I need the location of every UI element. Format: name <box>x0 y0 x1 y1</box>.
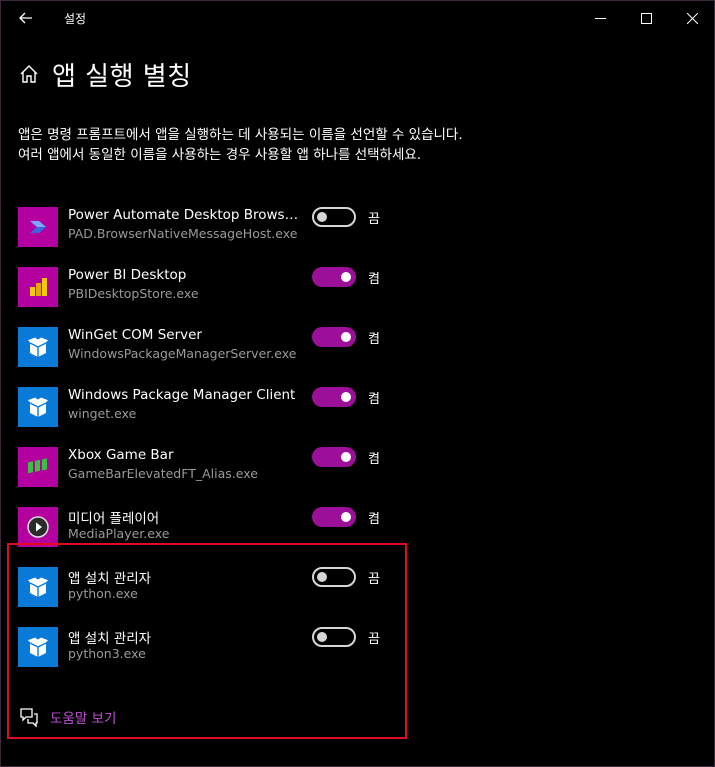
app-exe-name: WindowsPackageManagerServer.exe <box>68 346 297 361</box>
toggle-state-label: 끔 <box>368 212 380 227</box>
power-automate-icon <box>18 207 58 247</box>
alias-toggle[interactable] <box>312 507 356 527</box>
alias-toggle[interactable] <box>312 207 356 227</box>
power-bi-icon <box>18 267 58 307</box>
toggle-knob <box>341 272 351 282</box>
toggle-knob <box>317 212 327 222</box>
close-button[interactable] <box>669 1 715 35</box>
window-title: 설정 <box>64 12 87 26</box>
app-alias-row: Xbox Game Bar GameBarElevatedFT_Alias.exe… <box>18 447 398 489</box>
app-name: Xbox Game Bar <box>68 447 174 463</box>
help-link[interactable]: 도움말 보기 <box>18 706 116 728</box>
toggle-state-label: 켬 <box>368 392 380 407</box>
alias-toggle[interactable] <box>312 447 356 467</box>
page-title: 앱 실행 별칭 <box>52 61 192 92</box>
page-description: 앱은 명령 프롬프트에서 앱을 실행하는 데 사용되는 이름을 선언할 수 있습… <box>18 127 463 163</box>
maximize-icon <box>640 12 652 24</box>
toggle-knob <box>341 392 351 402</box>
package-box-icon <box>18 387 58 427</box>
minimize-button[interactable] <box>577 1 623 35</box>
app-exe-name: MediaPlayer.exe <box>68 526 170 541</box>
page-header: 앱 실행 별칭 <box>18 56 192 92</box>
alias-toggle[interactable] <box>312 327 356 347</box>
app-name: WinGet COM Server <box>68 327 202 343</box>
app-alias-row: Power Automate Desktop Browser... PAD.Bro… <box>18 207 398 249</box>
media-player-icon <box>18 507 58 547</box>
xbox-game-bar-icon <box>18 447 58 487</box>
home-icon[interactable] <box>18 63 40 85</box>
back-arrow-icon <box>19 12 32 24</box>
app-alias-row: Windows Package Manager Client winget.exe… <box>18 387 398 429</box>
app-name: Power Automate Desktop Browser... <box>68 207 303 223</box>
title-bar: 설정 <box>1 1 714 35</box>
minimize-icon <box>594 17 606 19</box>
toggle-knob <box>341 452 351 462</box>
toggle-state-label: 켬 <box>368 512 380 527</box>
back-button[interactable] <box>13 5 39 31</box>
alias-toggle[interactable] <box>312 387 356 407</box>
app-exe-name: winget.exe <box>68 406 137 421</box>
help-link-label[interactable]: 도움말 보기 <box>50 707 116 727</box>
app-exe-name: PAD.BrowserNativeMessageHost.exe <box>68 226 298 241</box>
app-exe-name: GameBarElevatedFT_Alias.exe <box>68 466 258 481</box>
app-exe-name: PBIDesktopStore.exe <box>68 286 199 301</box>
toggle-state-label: 켬 <box>368 272 380 287</box>
app-alias-row: WinGet COM Server WindowsPackageManagerSe… <box>18 327 398 369</box>
maximize-button[interactable] <box>623 1 669 35</box>
app-alias-row: Power BI Desktop PBIDesktopStore.exe 켬 <box>18 267 398 309</box>
app-name: Windows Package Manager Client <box>68 387 296 403</box>
close-icon <box>686 12 698 24</box>
toggle-state-label: 켬 <box>368 452 380 467</box>
package-box-icon <box>18 327 58 367</box>
help-chat-icon <box>20 708 38 728</box>
app-name: 미디어 플레이어 <box>68 511 160 527</box>
toggle-knob <box>341 512 351 522</box>
toggle-state-label: 켬 <box>368 332 380 347</box>
toggle-knob <box>341 332 351 342</box>
app-name: Power BI Desktop <box>68 267 187 283</box>
alias-toggle[interactable] <box>312 267 356 287</box>
